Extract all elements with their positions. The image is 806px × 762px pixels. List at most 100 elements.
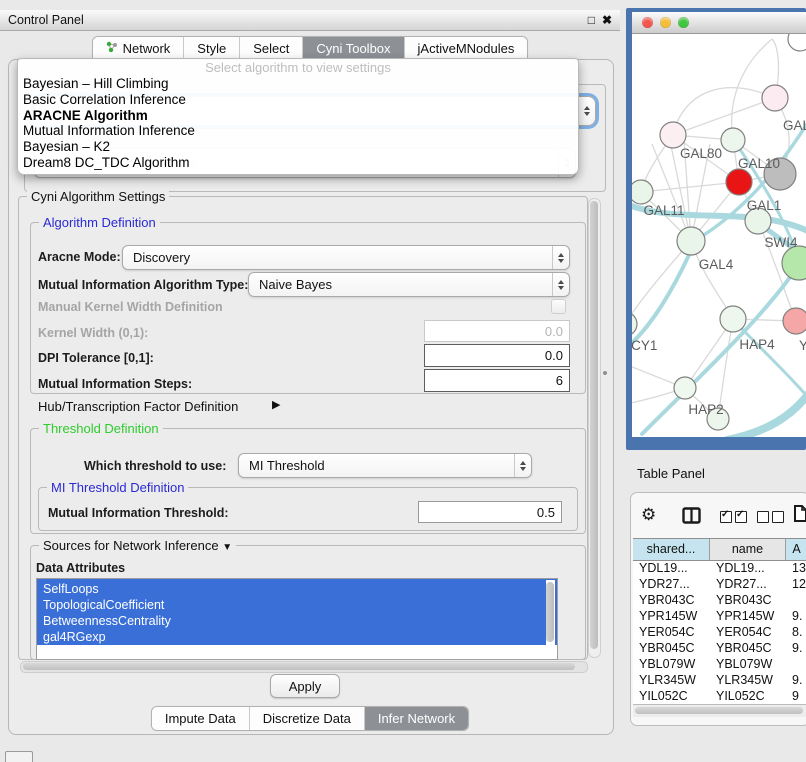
network-node-gal11[interactable]: [632, 180, 653, 204]
table-cell: YBL079W: [633, 656, 710, 672]
data-attribute-item[interactable]: gal4RGexp: [37, 629, 557, 645]
network-node-gal4[interactable]: [677, 227, 705, 255]
network-node-gal1[interactable]: [726, 169, 752, 195]
table-row[interactable]: YIL052CYIL052C9: [633, 688, 806, 704]
table-row[interactable]: YPR145WYPR145W9.: [633, 608, 806, 624]
mi-threshold-label: Mutual Information Threshold:: [48, 506, 229, 520]
settings-vertical-scrollbar[interactable]: [588, 198, 601, 658]
node-label-gcy1: GCY1: [632, 338, 657, 353]
algorithm-option-bayesian-k2[interactable]: Bayesian – K2: [18, 139, 578, 155]
mi-algorithm-type-combo[interactable]: Naive Bayes: [248, 272, 570, 297]
algorithm-option-basic-correlation-inference[interactable]: Basic Correlation Inference: [18, 92, 578, 108]
cyni-algorithm-settings-legend: Cyni Algorithm Settings: [27, 189, 169, 204]
network-node-hap4[interactable]: [720, 306, 746, 332]
chevron-down-icon[interactable]: ▼: [222, 542, 232, 553]
chevron-right-icon[interactable]: ▶: [272, 398, 280, 411]
network-node[interactable]: [782, 246, 806, 280]
network-canvas[interactable]: GALGAL80GAL10GAL1GAL11GAL4SWI4GCY1HAP4YH…: [632, 34, 806, 437]
tab-infer-network[interactable]: Infer Network: [364, 707, 468, 730]
list-scrollbar[interactable]: [546, 580, 555, 656]
tab-select[interactable]: Select: [239, 37, 302, 60]
table-cell: YPR145W: [710, 608, 786, 624]
table-row[interactable]: YER054CYER054C8.: [633, 624, 806, 640]
control-panel-titlebar: Control Panel □ ✖: [0, 10, 620, 31]
minimized-panel-grip[interactable]: [5, 751, 33, 762]
sources-legend: Sources for Network Inference ▼: [39, 538, 236, 555]
table-cell: 9.: [786, 640, 806, 656]
manual-kernel-width-checkbox[interactable]: [551, 299, 566, 314]
settings-horizontal-scrollbar[interactable]: [20, 661, 588, 673]
close-traffic-light-icon[interactable]: [642, 17, 653, 28]
table-row[interactable]: YBR043CYBR043C: [633, 592, 806, 608]
data-attribute-item[interactable]: TopologicalCoefficient: [37, 597, 557, 613]
minimize-traffic-light-icon[interactable]: [660, 17, 671, 28]
tab-network[interactable]: Network: [93, 37, 184, 60]
node-label-hap2: HAP2: [688, 402, 723, 417]
network-node[interactable]: [788, 34, 806, 51]
tab-jactivemnodules[interactable]: jActiveMNodules: [404, 37, 528, 60]
column-header-a[interactable]: A: [786, 539, 806, 560]
column-header-shared[interactable]: shared...: [633, 539, 710, 560]
new-table-icon[interactable]: [793, 504, 806, 523]
hub-definition-label[interactable]: Hub/Transcription Factor Definition: [38, 399, 238, 414]
which-threshold-combo[interactable]: MI Threshold: [238, 453, 532, 478]
tab-style[interactable]: Style: [183, 37, 239, 60]
mi-steps-field[interactable]: 6: [424, 369, 570, 392]
table-row[interactable]: YBR045CYBR045C9.: [633, 640, 806, 656]
manual-kernel-width-label: Manual Kernel Width Definition: [38, 300, 223, 314]
algorithm-option-aracne-algorithm[interactable]: ARACNE Algorithm: [18, 108, 578, 124]
network-node-y[interactable]: [783, 308, 806, 334]
show-checked-columns-icon[interactable]: [720, 511, 747, 523]
table-row[interactable]: YDR27...YDR27...12: [633, 576, 806, 592]
tab-impute-data[interactable]: Impute Data: [152, 707, 249, 730]
tab-discretize-data[interactable]: Discretize Data: [249, 707, 364, 730]
network-node-gcy1[interactable]: [632, 312, 637, 336]
dpi-tolerance-field[interactable]: 0.0: [424, 344, 570, 367]
table-cell: YBR045C: [710, 640, 786, 656]
split-columns-icon[interactable]: [682, 507, 701, 524]
table-cell: 13: [786, 560, 806, 576]
data-attribute-item[interactable]: BetweennessCentrality: [37, 613, 557, 629]
node-label-gal80: GAL80: [680, 146, 722, 161]
node-label-hap4: HAP4: [739, 337, 775, 352]
panel-splitter-handle[interactable]: [603, 371, 607, 375]
aracne-mode-combo[interactable]: Discovery: [122, 245, 570, 270]
table-cell: 9.: [786, 672, 806, 688]
table-cell: 9.: [786, 608, 806, 624]
table-cell: YBL079W: [710, 656, 786, 672]
table-cell: YER054C: [710, 624, 786, 640]
node-label-gal1: GAL1: [747, 198, 782, 213]
algorithm-option-dream8-dc-tdc-algorithm[interactable]: Dream8 DC_TDC Algorithm: [18, 155, 578, 171]
kernel-width-field[interactable]: 0.0: [424, 320, 570, 342]
network-window-titlebar[interactable]: [632, 12, 806, 34]
algorithm-option-bayesian-hill-climbing[interactable]: Bayesian – Hill Climbing: [18, 76, 578, 92]
mi-threshold-field[interactable]: 0.5: [418, 501, 562, 523]
hide-columns-icon[interactable]: [757, 511, 784, 523]
zoom-traffic-light-icon[interactable]: [678, 17, 689, 28]
table-cell: 8.: [786, 624, 806, 640]
algorithm-dropdown-popup: Select algorithm to view settings Bayesi…: [17, 58, 579, 175]
network-node-gal10[interactable]: [721, 128, 745, 152]
table-row[interactable]: YBL079WYBL079W: [633, 656, 806, 672]
gear-icon[interactable]: ⚙: [641, 505, 656, 525]
float-icon[interactable]: □: [588, 13, 595, 27]
table-row[interactable]: YDL19...YDL19...13: [633, 560, 806, 576]
mi-steps-label: Mutual Information Steps:: [38, 377, 192, 391]
data-attribute-item[interactable]: SelfLoops: [37, 581, 557, 597]
close-icon[interactable]: ✖: [602, 13, 612, 27]
tab-cyni-toolbox[interactable]: Cyni Toolbox: [302, 37, 403, 60]
data-attributes-label: Data Attributes: [36, 561, 125, 575]
data-attributes-list[interactable]: SelfLoopsTopologicalCoefficientBetweenne…: [36, 578, 558, 660]
aracne-mode-label: Aracne Mode:: [38, 250, 121, 264]
column-header-name[interactable]: name: [710, 539, 786, 560]
table-horizontal-scrollbar[interactable]: [633, 704, 806, 717]
algorithm-option-mutual-information-inference[interactable]: Mutual Information Inference: [18, 123, 578, 139]
table-row[interactable]: YLR345WYLR345W9.: [633, 672, 806, 688]
table-cell: YBR045C: [633, 640, 710, 656]
network-node-gal80[interactable]: [660, 122, 686, 148]
table-cell: YER054C: [633, 624, 710, 640]
network-node[interactable]: [762, 85, 788, 111]
network-node-hap2[interactable]: [674, 377, 696, 399]
table-header[interactable]: shared...nameA: [633, 538, 806, 561]
apply-button[interactable]: Apply: [270, 674, 340, 698]
